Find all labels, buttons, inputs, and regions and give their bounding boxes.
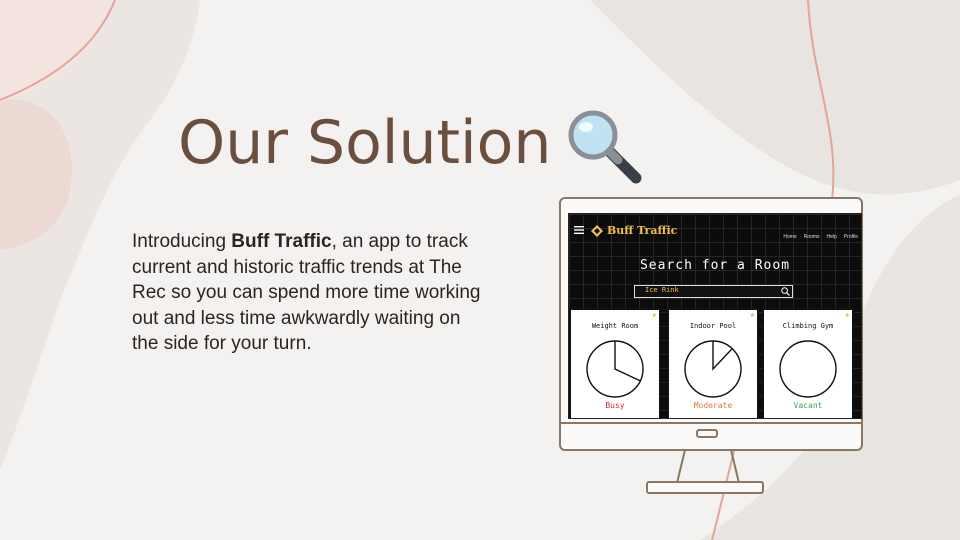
hamburger-icon[interactable] <box>574 226 584 234</box>
search-heading: Search for a Room <box>639 258 791 273</box>
nav-help[interactable]: Help <box>827 234 837 240</box>
traffic-pie <box>684 340 742 398</box>
room-name: Climbing Gym <box>782 322 834 330</box>
star-icon[interactable]: ★ <box>750 312 755 319</box>
app-screen: Buff Traffic Home Rooms Help Profile Sea… <box>568 213 862 419</box>
star-icon[interactable]: ★ <box>652 312 657 319</box>
intro-app-name: Buff Traffic <box>231 231 332 252</box>
app-brand[interactable]: Buff Traffic <box>607 224 677 237</box>
nav-profile[interactable]: Profile <box>844 234 858 240</box>
nav-rooms[interactable]: Rooms <box>804 234 820 240</box>
nav-home[interactable]: Home <box>783 234 796 240</box>
search-input[interactable]: Ice Rink <box>634 285 793 298</box>
app-nav: Home Rooms Help Profile <box>783 234 858 240</box>
traffic-pie <box>779 340 837 398</box>
slide-title: Our Solution <box>178 108 552 178</box>
logo-icon <box>591 225 603 237</box>
traffic-pie <box>586 340 644 398</box>
room-card-weight-room[interactable]: ★ Weight Room Busy <box>569 308 661 418</box>
room-name: Indoor Pool <box>689 322 737 330</box>
search-icon[interactable] <box>781 287 790 296</box>
intro-paragraph: Introducing Buff Traffic, an app to trac… <box>132 229 482 357</box>
room-status: Moderate <box>693 401 733 410</box>
room-status: Busy <box>605 401 625 410</box>
intro-prefix: Introducing <box>132 231 232 252</box>
room-status: Vacant <box>793 401 823 410</box>
room-name: Weight Room <box>591 322 639 330</box>
room-card-indoor-pool[interactable]: ★ Indoor Pool Moderate <box>667 308 759 418</box>
star-icon[interactable]: ★ <box>845 312 850 319</box>
room-card-climbing-gym[interactable]: ★ Climbing Gym Vacant <box>762 308 854 418</box>
search-value: Ice Rink <box>645 286 679 294</box>
magnifier-icon <box>568 110 642 184</box>
